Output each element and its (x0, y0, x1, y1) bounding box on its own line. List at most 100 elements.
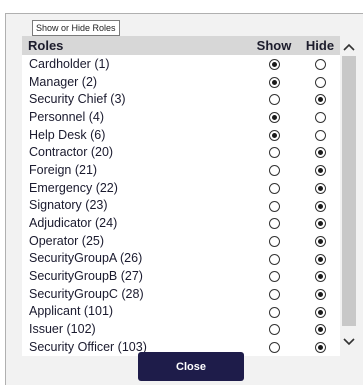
role-label: SecurityGroupB (27) (29, 269, 143, 284)
role-label: Security Chief (3) (29, 92, 126, 107)
show-cell (248, 216, 300, 230)
table-header: Roles Show Hide (22, 36, 340, 55)
table-row: Operator (25) (22, 232, 340, 250)
panel-legend: Show or Hide Roles (32, 20, 120, 36)
show-radio[interactable] (268, 147, 280, 159)
table-row: Foreign (21) (22, 161, 340, 179)
role-label: Adjudicator (24) (29, 216, 118, 231)
show-radio[interactable] (268, 235, 280, 247)
role-label: Personnel (4) (29, 109, 105, 124)
hide-radio[interactable] (314, 182, 326, 194)
table-row: Signatory (23) (22, 197, 340, 215)
hide-cell (300, 75, 340, 89)
role-label: Emergency (22) (29, 180, 118, 195)
show-radio[interactable] (268, 218, 280, 230)
show-cell (248, 110, 300, 124)
hide-radio[interactable] (314, 147, 326, 159)
close-button[interactable]: Close (138, 352, 244, 381)
show-radio[interactable] (268, 271, 280, 283)
hide-radio[interactable] (314, 218, 326, 230)
header-hide: Hide (305, 38, 335, 53)
hide-cell (300, 251, 340, 265)
show-cell (248, 304, 300, 318)
hide-radio[interactable] (314, 253, 326, 265)
role-list: Cardholder (1) Manager (2) Security Chief … (22, 55, 340, 356)
hide-cell (300, 198, 340, 212)
hide-cell (300, 287, 340, 301)
table-row: Cardholder (1) (22, 55, 340, 73)
show-radio[interactable] (268, 288, 280, 300)
hide-cell (300, 269, 340, 283)
role-label: Signatory (23) (29, 198, 108, 213)
hide-radio[interactable] (314, 288, 326, 300)
show-cell (248, 251, 300, 265)
show-radio[interactable] (268, 165, 280, 177)
hide-radio[interactable] (314, 324, 326, 336)
role-label: Operator (25) (29, 233, 105, 248)
role-label: Issuer (102) (29, 322, 96, 337)
hide-cell (300, 216, 340, 230)
role-label: Contractor (20) (29, 145, 114, 160)
show-radio[interactable] (268, 182, 280, 194)
show-cell (248, 163, 300, 177)
hide-cell (300, 340, 340, 354)
hide-radio[interactable] (314, 165, 326, 177)
table-row: Security Chief (3) (22, 90, 340, 108)
hide-radio[interactable] (314, 76, 326, 88)
table-row: Manager (2) (22, 73, 340, 91)
show-radio[interactable] (268, 59, 280, 71)
roles-table: Roles Show Hide Cardholder (1) Manager (2… (22, 36, 340, 356)
hide-radio[interactable] (314, 94, 326, 106)
show-radio[interactable] (268, 94, 280, 106)
chevron-down-icon[interactable] (341, 334, 357, 350)
show-radio[interactable] (268, 342, 280, 354)
show-cell (248, 322, 300, 336)
hide-cell (300, 304, 340, 318)
show-radio[interactable] (268, 76, 280, 88)
table-row: Emergency (22) (22, 179, 340, 197)
table-row: Personnel (4) (22, 108, 340, 126)
hide-radio[interactable] (314, 112, 326, 124)
hide-cell (300, 163, 340, 177)
show-cell (248, 181, 300, 195)
table-row: SecurityGroupC (28) (22, 285, 340, 303)
hide-radio[interactable] (314, 271, 326, 283)
hide-radio[interactable] (314, 200, 326, 212)
hide-cell (300, 145, 340, 159)
role-label: Cardholder (1) (29, 56, 110, 71)
scrollbar[interactable] (341, 36, 357, 356)
hide-cell (300, 128, 340, 142)
hide-radio[interactable] (314, 59, 326, 71)
show-radio[interactable] (268, 112, 280, 124)
hide-radio[interactable] (314, 129, 326, 141)
table-row: Applicant (101) (22, 303, 340, 321)
show-radio[interactable] (268, 129, 280, 141)
role-label: SecurityGroupA (26) (29, 251, 143, 266)
chevron-up-icon[interactable] (341, 39, 357, 55)
hide-cell (300, 181, 340, 195)
hide-radio[interactable] (314, 342, 326, 354)
table-row: SecurityGroupB (27) (22, 267, 340, 285)
role-label: Manager (2) (29, 74, 98, 89)
show-cell (248, 287, 300, 301)
show-radio[interactable] (268, 324, 280, 336)
show-radio[interactable] (268, 306, 280, 318)
header-roles: Roles (28, 38, 64, 53)
show-cell (248, 75, 300, 89)
show-cell (248, 198, 300, 212)
show-cell (248, 145, 300, 159)
table-row: Issuer (102) (22, 320, 340, 338)
show-radio[interactable] (268, 253, 280, 265)
hide-radio[interactable] (314, 306, 326, 318)
hide-radio[interactable] (314, 235, 326, 247)
hide-cell (300, 234, 340, 248)
table-row: SecurityGroupA (26) (22, 250, 340, 268)
header-show: Show (256, 38, 292, 53)
show-radio[interactable] (268, 200, 280, 212)
show-cell (248, 234, 300, 248)
scroll-thumb[interactable] (342, 56, 356, 326)
hide-cell (300, 322, 340, 336)
show-cell (248, 92, 300, 106)
role-label: SecurityGroupC (28) (29, 286, 144, 301)
hide-cell (300, 57, 340, 71)
